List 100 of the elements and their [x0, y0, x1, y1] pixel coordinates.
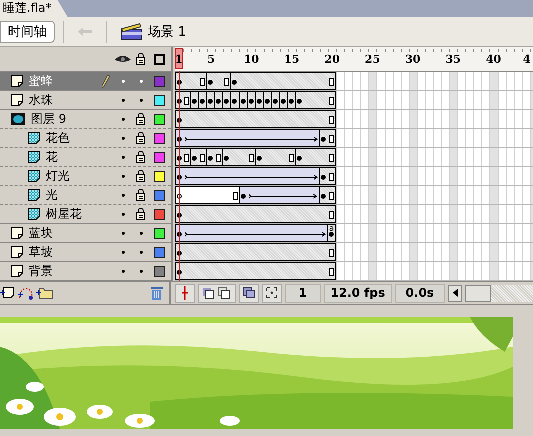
motion-guide-icon[interactable]: [18, 286, 34, 300]
unlocked-dot[interactable]: [140, 80, 142, 82]
outline-color-swatch[interactable]: [154, 76, 164, 86]
frame-span[interactable]: [207, 91, 216, 109]
frame-span[interactable]: [175, 243, 336, 261]
timeline-button[interactable]: 时间轴: [0, 20, 55, 42]
outline-color-swatch[interactable]: [154, 246, 164, 258]
unlocked-dot[interactable]: [140, 98, 142, 102]
outline-color-swatch[interactable]: [154, 208, 164, 220]
visible-dot[interactable]: [122, 212, 124, 216]
frame-span[interactable]: [199, 91, 208, 109]
folder-icon[interactable]: [36, 286, 54, 300]
frame-span[interactable]: [296, 148, 336, 166]
visible-dot[interactable]: [122, 270, 124, 272]
visible-dot[interactable]: [122, 194, 124, 196]
frame-span[interactable]: [320, 167, 336, 185]
frame-span[interactable]: [175, 224, 328, 242]
outline-color-swatch[interactable]: [154, 152, 164, 162]
frame-span[interactable]: [207, 148, 224, 166]
visible-dot[interactable]: [122, 136, 124, 140]
layer-row[interactable]: 背景: [0, 262, 171, 281]
document-tab[interactable]: 睡莲.fla*: [0, 0, 68, 17]
lock-icon[interactable]: [136, 170, 146, 182]
horizontal-scrollbar[interactable]: [465, 284, 533, 302]
outline-color-swatch[interactable]: [154, 190, 164, 200]
frame-span[interactable]: [175, 205, 336, 223]
frame-span[interactable]: [175, 91, 192, 109]
visible-dot[interactable]: [122, 232, 124, 234]
unlocked-dot[interactable]: [140, 232, 142, 234]
lock-icon[interactable]: [136, 208, 146, 220]
center-frame-button[interactable]: [175, 284, 195, 302]
lock-icon[interactable]: [136, 53, 146, 65]
layer-row[interactable]: 蓝块: [0, 224, 171, 243]
outline-color-swatch[interactable]: [154, 132, 164, 144]
frame-span[interactable]: [175, 186, 240, 204]
frame-span[interactable]: [191, 91, 200, 109]
visible-dot[interactable]: [122, 80, 124, 82]
frame-span[interactable]: [256, 148, 296, 166]
frame-span[interactable]: a: [328, 224, 336, 242]
frame-span[interactable]: [240, 186, 320, 204]
layer-row[interactable]: 光: [0, 186, 171, 205]
visible-dot[interactable]: [122, 118, 124, 120]
edit-multiple-frames-button[interactable]: [239, 284, 259, 302]
frame-span[interactable]: [296, 91, 336, 109]
outline-color-swatch[interactable]: [154, 170, 164, 182]
lock-icon[interactable]: [136, 189, 146, 201]
frame-number: 35: [446, 53, 462, 66]
frame-span[interactable]: [175, 72, 208, 90]
keyframe-icon: [256, 156, 262, 161]
unlocked-dot[interactable]: [140, 250, 142, 254]
visible-dot[interactable]: [122, 156, 124, 158]
lock-icon[interactable]: [136, 132, 146, 144]
onion-markers-button[interactable]: [262, 284, 282, 302]
frame-span[interactable]: [215, 91, 224, 109]
frame-span[interactable]: [175, 129, 320, 147]
outline-icon[interactable]: [154, 54, 164, 64]
visible-dot[interactable]: [122, 98, 124, 102]
insert-layer-icon[interactable]: [0, 286, 16, 300]
action-label: a: [329, 224, 334, 233]
scroll-left-button[interactable]: [448, 284, 462, 302]
layer-row[interactable]: 草坡: [0, 243, 171, 262]
frame-span[interactable]: [175, 262, 336, 280]
frame-span[interactable]: [175, 110, 336, 128]
frame-span[interactable]: [320, 129, 336, 147]
layer-name: 背景: [29, 262, 53, 280]
layer-row[interactable]: 花: [0, 148, 171, 167]
frame-span[interactable]: [191, 148, 208, 166]
layer-row[interactable]: 灯光: [0, 167, 171, 186]
lock-icon[interactable]: [136, 113, 146, 125]
playhead[interactable]: 1: [175, 48, 184, 69]
tween-arrow-icon: [185, 137, 318, 142]
outline-color-swatch[interactable]: [154, 228, 164, 238]
eye-icon[interactable]: [115, 54, 131, 64]
lock-icon[interactable]: [136, 151, 146, 163]
layer-row[interactable]: 蜜蜂: [0, 72, 171, 91]
frame-rate-readout: 12.0 fps: [324, 284, 392, 302]
bracket-corners-icon: [266, 287, 278, 299]
layer-row[interactable]: 树屋花: [0, 205, 171, 224]
frame-span[interactable]: [175, 167, 320, 185]
frame-ruler[interactable]: 1 5 10 15 20 25 30 35 40 4: [175, 47, 533, 72]
frame-span[interactable]: [231, 91, 240, 109]
playhead-icon: [181, 286, 189, 300]
onion-skin-button[interactable]: [198, 284, 236, 302]
outline-color-swatch[interactable]: [154, 266, 164, 276]
outline-color-swatch[interactable]: [154, 94, 164, 106]
frame-span[interactable]: [223, 91, 232, 109]
frame-span[interactable]: [320, 186, 336, 204]
outline-color-swatch[interactable]: [154, 114, 164, 124]
trash-icon[interactable]: [151, 286, 163, 300]
frame-span[interactable]: [231, 72, 336, 90]
frame-span[interactable]: [223, 148, 256, 166]
unlocked-dot[interactable]: [140, 270, 142, 272]
layer-row[interactable]: 图层 9: [0, 110, 171, 129]
visible-dot[interactable]: [122, 174, 124, 178]
layer-row[interactable]: 花色: [0, 129, 171, 148]
layer-row[interactable]: 水珠: [0, 91, 171, 110]
layer-name: 蓝块: [29, 224, 53, 242]
visible-dot[interactable]: [122, 250, 124, 254]
frame-span[interactable]: [175, 148, 192, 166]
frame-span[interactable]: [207, 72, 232, 90]
